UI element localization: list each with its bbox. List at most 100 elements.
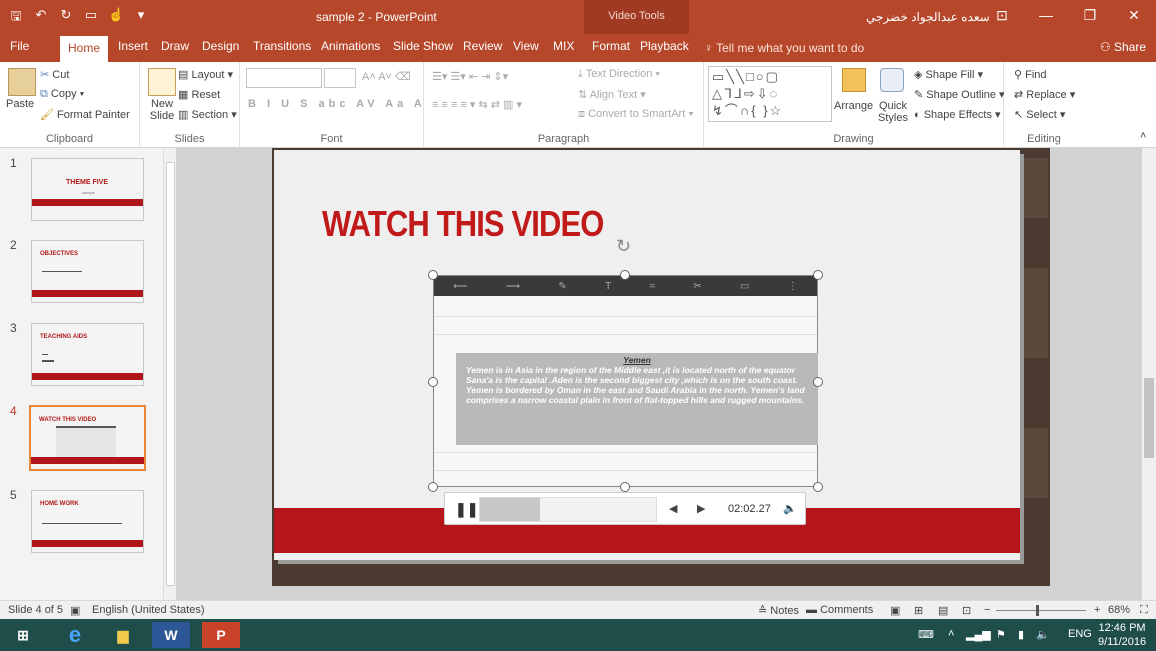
format-painter-button[interactable]: 🖌 Format Painter — [40, 108, 130, 121]
step-back-icon[interactable]: ◀ — [669, 502, 677, 515]
reset-button[interactable]: ▦ Reset — [178, 88, 220, 101]
resize-handle[interactable] — [428, 482, 438, 492]
resize-handle[interactable] — [813, 377, 823, 387]
editor-scroll-thumb[interactable] — [1144, 378, 1154, 458]
ribbon-display-icon[interactable]: ⊡ — [980, 0, 1024, 30]
tab-home[interactable]: Home — [60, 36, 109, 62]
slide-thumbnail-4[interactable]: WATCH THIS VIDEO — [29, 405, 146, 471]
quick-styles-icon[interactable] — [880, 68, 904, 92]
font-format-buttons[interactable]: B I U S abc AV Aa A — [248, 98, 426, 110]
resize-handle[interactable] — [428, 270, 438, 280]
quick-styles-button[interactable]: Quick Styles — [874, 100, 912, 124]
input-language[interactable]: ENG — [1068, 628, 1092, 640]
editor-scrollbar[interactable] — [1142, 148, 1156, 600]
spellcheck-icon[interactable]: ▣ — [70, 604, 80, 617]
align-text-button[interactable]: ⇅ Align Text ▾ — [578, 88, 646, 101]
find-button[interactable]: ⚲ Find — [1014, 68, 1047, 81]
flag-icon[interactable]: ⚑ — [996, 628, 1006, 641]
system-clock[interactable]: 12:46 PM 9/11/2016 — [1098, 621, 1146, 649]
font-grow-shrink-icon[interactable]: A˄ A˅ ⌫ — [362, 70, 411, 83]
tab-format[interactable]: Format — [592, 39, 630, 53]
tab-insert[interactable]: Insert — [118, 39, 148, 53]
close-button[interactable]: ✕ — [1112, 0, 1156, 30]
word-icon[interactable]: W — [152, 622, 190, 648]
slide-title[interactable]: WATCH THIS VIDEO — [322, 203, 604, 245]
convert-smartart-button[interactable]: ⧈ Convert to SmartArt ▾ — [578, 108, 694, 121]
keyboard-icon[interactable]: ⌨ — [918, 628, 934, 641]
font-size-combo[interactable] — [324, 68, 356, 88]
slide-show-icon[interactable]: ⊡ — [962, 604, 971, 617]
volume-icon[interactable]: 🔈 — [783, 502, 797, 515]
comments-button[interactable]: ▬ Comments — [806, 604, 873, 616]
new-slide-button[interactable]: New Slide — [144, 98, 180, 122]
resize-handle[interactable] — [813, 270, 823, 280]
minimize-button[interactable]: — — [1024, 0, 1068, 30]
windows-start-icon[interactable]: ⊞ — [4, 622, 42, 648]
fit-slide-icon[interactable]: ⛶ — [1140, 604, 1148, 617]
thumbnail-scroll-thumb[interactable] — [166, 162, 175, 586]
reading-view-icon[interactable]: ▤ — [938, 604, 948, 617]
shape-effects-button[interactable]: ◐ Shape Effects ▾ — [914, 108, 1001, 121]
select-button[interactable]: ↖ Select ▾ — [1014, 108, 1065, 121]
video-object[interactable]: ⟵ ⟶ ✎ T ≈ ✂ ▭ ⋮ Yemen Yemen is in Asia i… — [433, 275, 818, 487]
step-forward-icon[interactable]: ▶ — [697, 502, 705, 515]
tab-view[interactable]: View — [513, 39, 539, 53]
normal-view-icon[interactable]: ▣ — [890, 604, 900, 617]
customize-icon[interactable]: ▾ — [133, 7, 149, 29]
resize-handle[interactable] — [620, 270, 630, 280]
text-direction-button[interactable]: ⤓ Text Direction ▾ — [578, 68, 660, 81]
touch-mode-icon[interactable]: ☝ — [108, 7, 124, 29]
tab-transitions[interactable]: Transitions — [253, 39, 311, 53]
shape-fill-button[interactable]: ◈ Shape Fill ▾ — [914, 68, 983, 81]
tab-slide-show[interactable]: Slide Show — [393, 39, 453, 53]
list-buttons[interactable]: ☰▾ ☰▾ ⇤ ⇥ ⇕▾ — [432, 70, 508, 83]
zoom-level[interactable]: 68% — [1108, 604, 1130, 616]
save-icon[interactable]: 🖫 — [8, 7, 24, 29]
redo-icon[interactable]: ↻ — [58, 7, 74, 29]
tab-animations[interactable]: Animations — [321, 39, 380, 53]
arrange-button[interactable]: Arrange — [834, 100, 873, 112]
align-buttons[interactable]: ≡ ≡ ≡ ≡ ▾ ⇆ ⇄ ▥ ▾ — [432, 98, 522, 111]
volume-tray-icon[interactable]: 🔈 — [1036, 628, 1050, 641]
tab-playback[interactable]: Playback — [640, 39, 689, 53]
zoom-out-icon[interactable]: − — [984, 604, 990, 616]
slide-sorter-icon[interactable]: ⊞ — [914, 604, 923, 617]
rotate-handle-icon[interactable]: ↻ — [616, 236, 631, 257]
tab-draw[interactable]: Draw — [161, 39, 189, 53]
powerpoint-icon[interactable]: P — [202, 622, 240, 648]
network-icon[interactable]: ▂▄▆ — [966, 628, 991, 641]
paste-icon[interactable] — [8, 68, 36, 96]
resize-handle[interactable] — [428, 377, 438, 387]
arrange-icon[interactable] — [842, 68, 866, 92]
paste-button[interactable]: Paste — [6, 98, 34, 110]
share-button[interactable]: ⚇ Share — [1100, 40, 1146, 54]
tab-file[interactable]: File — [10, 39, 29, 53]
notes-button[interactable]: ≙ Notes — [758, 604, 799, 617]
pause-button[interactable]: ❚❚ — [455, 501, 478, 518]
slide-thumbnail-3[interactable]: TEACHING AIDS — [31, 323, 144, 386]
layout-button[interactable]: ▤ Layout ▾ — [178, 68, 233, 81]
battery-icon[interactable]: ▮ — [1018, 628, 1024, 641]
tab-mix[interactable]: MIX — [553, 39, 574, 53]
shapes-gallery[interactable]: ▭╲╲□○▢ △ᒣᒧ⇨⇩◌ ↯⌒∩{ }☆ — [708, 66, 832, 122]
resize-handle[interactable] — [620, 482, 630, 492]
zoom-knob[interactable] — [1036, 605, 1039, 616]
collapse-ribbon-icon[interactable]: ˄ — [1140, 130, 1146, 142]
zoom-slider[interactable] — [996, 605, 1086, 616]
tab-review[interactable]: Review — [463, 39, 502, 53]
replace-button[interactable]: ⇄ Replace ▾ — [1014, 88, 1075, 101]
font-name-combo[interactable] — [246, 68, 322, 88]
language-status[interactable]: English (United States) — [92, 604, 205, 616]
user-name[interactable]: سعده عبدالجواد خضرجي — [866, 10, 990, 24]
zoom-in-icon[interactable]: + — [1094, 604, 1100, 616]
section-button[interactable]: ▥ Section ▾ — [178, 108, 237, 121]
tell-me-box[interactable]: ♀ Tell me what you want to do — [704, 41, 864, 55]
slide-thumbnail-2[interactable]: OBJECTIVES — [31, 240, 144, 303]
copy-button[interactable]: ⧉ Copy ▾ — [40, 88, 84, 101]
tab-design[interactable]: Design — [202, 39, 239, 53]
undo-icon[interactable]: ↶ — [33, 7, 49, 29]
thumbnail-scrollbar[interactable] — [163, 148, 176, 600]
cut-button[interactable]: ✂ Cut — [40, 68, 69, 81]
restore-button[interactable]: ❐ — [1068, 0, 1112, 30]
slide-thumbnail-1[interactable]: THEME FIVE sample — [31, 158, 144, 221]
